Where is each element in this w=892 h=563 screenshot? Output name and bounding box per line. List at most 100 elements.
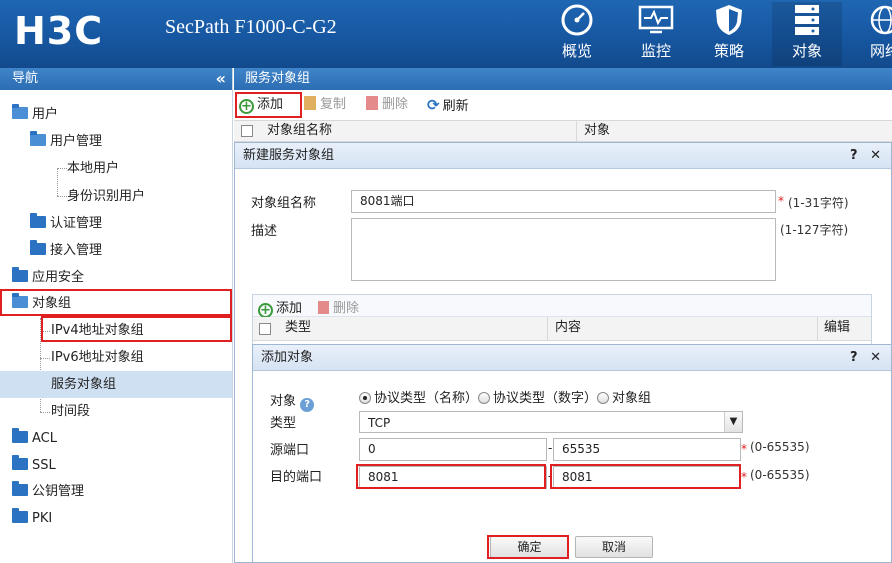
highlight-destination-port-start (356, 464, 546, 489)
help-icon[interactable]: ? (300, 398, 315, 412)
sidebar-item-label: 接入管理 (50, 243, 103, 258)
close-icon[interactable]: ✕ (870, 148, 881, 163)
trash-icon (366, 96, 378, 110)
inner-add-label: 添加 (276, 301, 303, 316)
help-icon[interactable]: ? (850, 148, 858, 163)
object-label: 对象 ? (270, 390, 315, 412)
folder-icon (30, 240, 46, 255)
col-header-type: 类型 (285, 320, 312, 335)
sidebar-item-label: 公钥管理 (32, 484, 85, 499)
plus-icon: + (258, 303, 273, 318)
shield-icon (709, 2, 749, 38)
inner-table-header: 类型 内容 编辑 (253, 317, 871, 341)
source-port-end-input[interactable]: 65535 (553, 438, 741, 461)
nav-monitor[interactable]: 监控 (621, 2, 691, 66)
sidebar-item-pki[interactable]: PKI (0, 505, 232, 532)
sidebar-item-auth-management[interactable]: 认证管理 (0, 210, 232, 237)
sidebar-item-label: 服务对象组 (51, 377, 117, 392)
dialog-title-bar: 新建服务对象组 ? ✕ (235, 143, 891, 169)
description-textarea[interactable] (351, 218, 776, 281)
group-name-hint: (1-31字符) (788, 196, 849, 210)
select-all-checkbox[interactable] (241, 125, 253, 137)
delete-button[interactable]: 删除 (366, 95, 408, 115)
source-port-label: 源端口 (270, 443, 310, 458)
nav-network[interactable]: 网络 (850, 2, 892, 66)
trash-icon (318, 301, 329, 314)
sidebar-item-label: SSL (32, 458, 56, 473)
sidebar-item-service-object-group[interactable]: 服务对象组 (0, 371, 232, 398)
sidebar-item-ssl[interactable]: SSL (0, 452, 232, 479)
dialog-controls: ? ✕ (850, 143, 881, 169)
radio-protocol-number[interactable]: 协议类型（数字） (478, 387, 597, 406)
type-select-value: TCP (368, 416, 391, 430)
product-name: SecPath F1000-C-G2 (165, 16, 337, 38)
sidebar-item-label: 认证管理 (50, 216, 103, 231)
folder-icon (12, 428, 28, 443)
col-header-content: 内容 (555, 320, 582, 335)
nav-label: 监控 (640, 42, 671, 60)
collapse-icon[interactable]: « (216, 68, 226, 90)
group-name-input[interactable]: 8081端口 (351, 190, 776, 213)
sidebar-item-time-range[interactable]: 时间段 (0, 398, 232, 425)
inner-toolbar: + 添加 删除 (253, 295, 871, 318)
radio-label: 协议类型（名称） (374, 391, 479, 406)
col-divider (547, 317, 548, 340)
copy-button[interactable]: 复制 (304, 95, 346, 115)
source-port-start-input[interactable]: 0 (359, 438, 547, 461)
sidebar-title: 导航 « (0, 68, 232, 90)
folder-open-icon (30, 131, 46, 146)
sidebar-item-label: 时间段 (51, 404, 91, 419)
sidebar-item-label: 用户管理 (50, 134, 103, 149)
sidebar-title-text: 导航 (12, 71, 39, 86)
sidebar-item-label: 本地用户 (67, 161, 120, 176)
nav-object[interactable]: 对象 (772, 2, 842, 66)
sidebar-item-app-security[interactable]: 应用安全 (0, 264, 232, 291)
refresh-button[interactable]: ⟳ 刷新 (427, 95, 469, 115)
copy-label: 复制 (320, 97, 347, 112)
sidebar-item-public-key[interactable]: 公钥管理 (0, 478, 232, 505)
nav-overview[interactable]: 概览 (542, 2, 612, 66)
radio-object-group[interactable]: 对象组 (597, 387, 651, 406)
monitor-icon (636, 2, 676, 38)
top-header: H3C SecPath F1000-C-G2 概览 监控 策略 对象 网络 (0, 0, 892, 68)
radio-label: 协议类型（数字） (493, 391, 598, 406)
sidebar-item-label: ACL (32, 431, 57, 446)
destination-port-label: 目的端口 (270, 470, 323, 485)
close-icon[interactable]: ✕ (870, 350, 881, 365)
inner-delete-button[interactable]: 删除 (318, 297, 359, 316)
inner-add-button[interactable]: + 添加 (258, 297, 302, 318)
gauge-icon (557, 2, 597, 38)
sidebar-item-local-user[interactable]: 本地用户 (0, 155, 232, 182)
sidebar-item-acl[interactable]: ACL (0, 425, 232, 452)
highlight-ipv4-object-group (41, 316, 232, 342)
type-select[interactable]: TCP ▼ (359, 411, 743, 433)
inner-select-all-checkbox[interactable] (259, 323, 271, 335)
cancel-button[interactable]: 取消 (575, 536, 653, 558)
col-header-object: 对象 (584, 123, 611, 138)
nav-policy[interactable]: 策略 (694, 2, 764, 66)
folder-icon (12, 481, 28, 496)
col-divider (576, 121, 577, 141)
sidebar-item-ipv6-object-group[interactable]: IPv6地址对象组 (0, 344, 232, 371)
sidebar-item-user-management[interactable]: 用户管理 (0, 128, 232, 155)
highlight-add-button (235, 92, 302, 118)
sidebar-item-identity-user[interactable]: 身份识别用户 (0, 183, 232, 210)
help-icon[interactable]: ? (850, 350, 858, 365)
radio-label: 对象组 (612, 391, 652, 406)
col-header-group-name: 对象组名称 (267, 123, 333, 138)
sidebar-item-user[interactable]: 用户 (0, 101, 232, 128)
dialog-title: 新建服务对象组 (243, 148, 335, 163)
copy-icon (304, 96, 316, 110)
main-toolbar: + 添加 复制 删除 ⟳ 刷新 (234, 92, 892, 118)
object-label-text: 对象 (270, 394, 297, 409)
radio-protocol-name[interactable]: 协议类型（名称） (359, 387, 478, 406)
highlight-destination-port-end (550, 464, 741, 489)
sidebar-item-label: 应用安全 (32, 270, 85, 285)
inner-delete-label: 删除 (333, 301, 360, 316)
globe-icon (865, 2, 892, 38)
server-stack-icon (787, 2, 827, 38)
delete-label: 删除 (382, 97, 409, 112)
sidebar-item-access-management[interactable]: 接入管理 (0, 237, 232, 264)
radio-selected-icon (359, 392, 371, 404)
nav-label: 对象 (791, 42, 822, 60)
